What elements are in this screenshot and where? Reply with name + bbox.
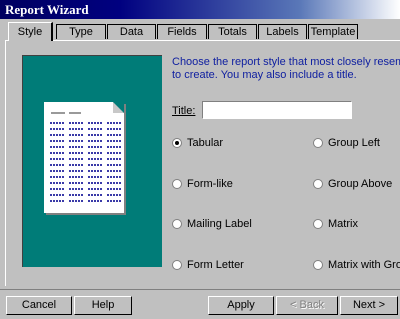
next-button[interactable]: Next > <box>340 296 398 315</box>
preview-column <box>50 122 64 206</box>
radio-matrix-with-group[interactable]: Matrix with Grou <box>313 259 400 271</box>
page-fold-icon <box>113 102 124 113</box>
tab-strip: Style Type Data Fields Totals Labels Tem… <box>0 22 400 41</box>
radio-icon <box>313 138 323 148</box>
radio-form-like[interactable]: Form-like <box>172 178 233 190</box>
tab-template[interactable]: Template <box>308 24 358 39</box>
tab-labels[interactable]: Labels <box>258 24 307 39</box>
style-description: Choose the report style that most closel… <box>172 56 400 82</box>
tab-fields[interactable]: Fields <box>157 24 207 39</box>
radio-group-left[interactable]: Group Left <box>313 137 380 149</box>
radio-icon <box>313 179 323 189</box>
radio-icon <box>172 179 182 189</box>
report-wizard-window: Report Wizard Style Type Data Fields Tot… <box>0 0 400 319</box>
radio-icon <box>172 219 182 229</box>
title-input[interactable] <box>202 101 352 119</box>
radio-selected-icon <box>172 138 182 148</box>
window-title: Report Wizard <box>5 2 89 17</box>
cancel-button[interactable]: Cancel <box>6 296 72 315</box>
tab-data[interactable]: Data <box>107 24 156 39</box>
radio-icon <box>313 260 323 270</box>
radio-mailing-label[interactable]: Mailing Label <box>172 218 252 230</box>
description-line: to create. You may also include a title. <box>172 69 357 81</box>
radio-form-letter[interactable]: Form Letter <box>172 259 244 271</box>
preview-column <box>69 122 83 206</box>
description-line: Choose the report style that most closel… <box>172 56 400 68</box>
radio-icon <box>172 260 182 270</box>
radio-group-above[interactable]: Group Above <box>313 178 392 190</box>
tab-type[interactable]: Type <box>56 24 106 39</box>
title-bar[interactable]: Report Wizard <box>0 0 400 19</box>
apply-button[interactable]: Apply <box>208 296 274 315</box>
help-button[interactable]: Help <box>74 296 132 315</box>
back-button[interactable]: < Back <box>276 296 338 315</box>
radio-matrix[interactable]: Matrix <box>313 218 358 230</box>
style-preview <box>22 55 162 267</box>
radio-tabular[interactable]: Tabular <box>172 137 223 149</box>
preview-heading-line <box>69 112 81 114</box>
report-preview-page <box>44 102 124 213</box>
title-label: Title: <box>172 105 196 117</box>
preview-column <box>88 122 102 206</box>
tab-totals[interactable]: Totals <box>208 24 257 39</box>
tab-style[interactable]: Style <box>8 22 53 41</box>
button-bar: Cancel Help Apply < Back Next > <box>0 289 400 319</box>
preview-column <box>107 122 121 206</box>
radio-icon <box>313 219 323 229</box>
preview-heading-line <box>51 112 65 114</box>
